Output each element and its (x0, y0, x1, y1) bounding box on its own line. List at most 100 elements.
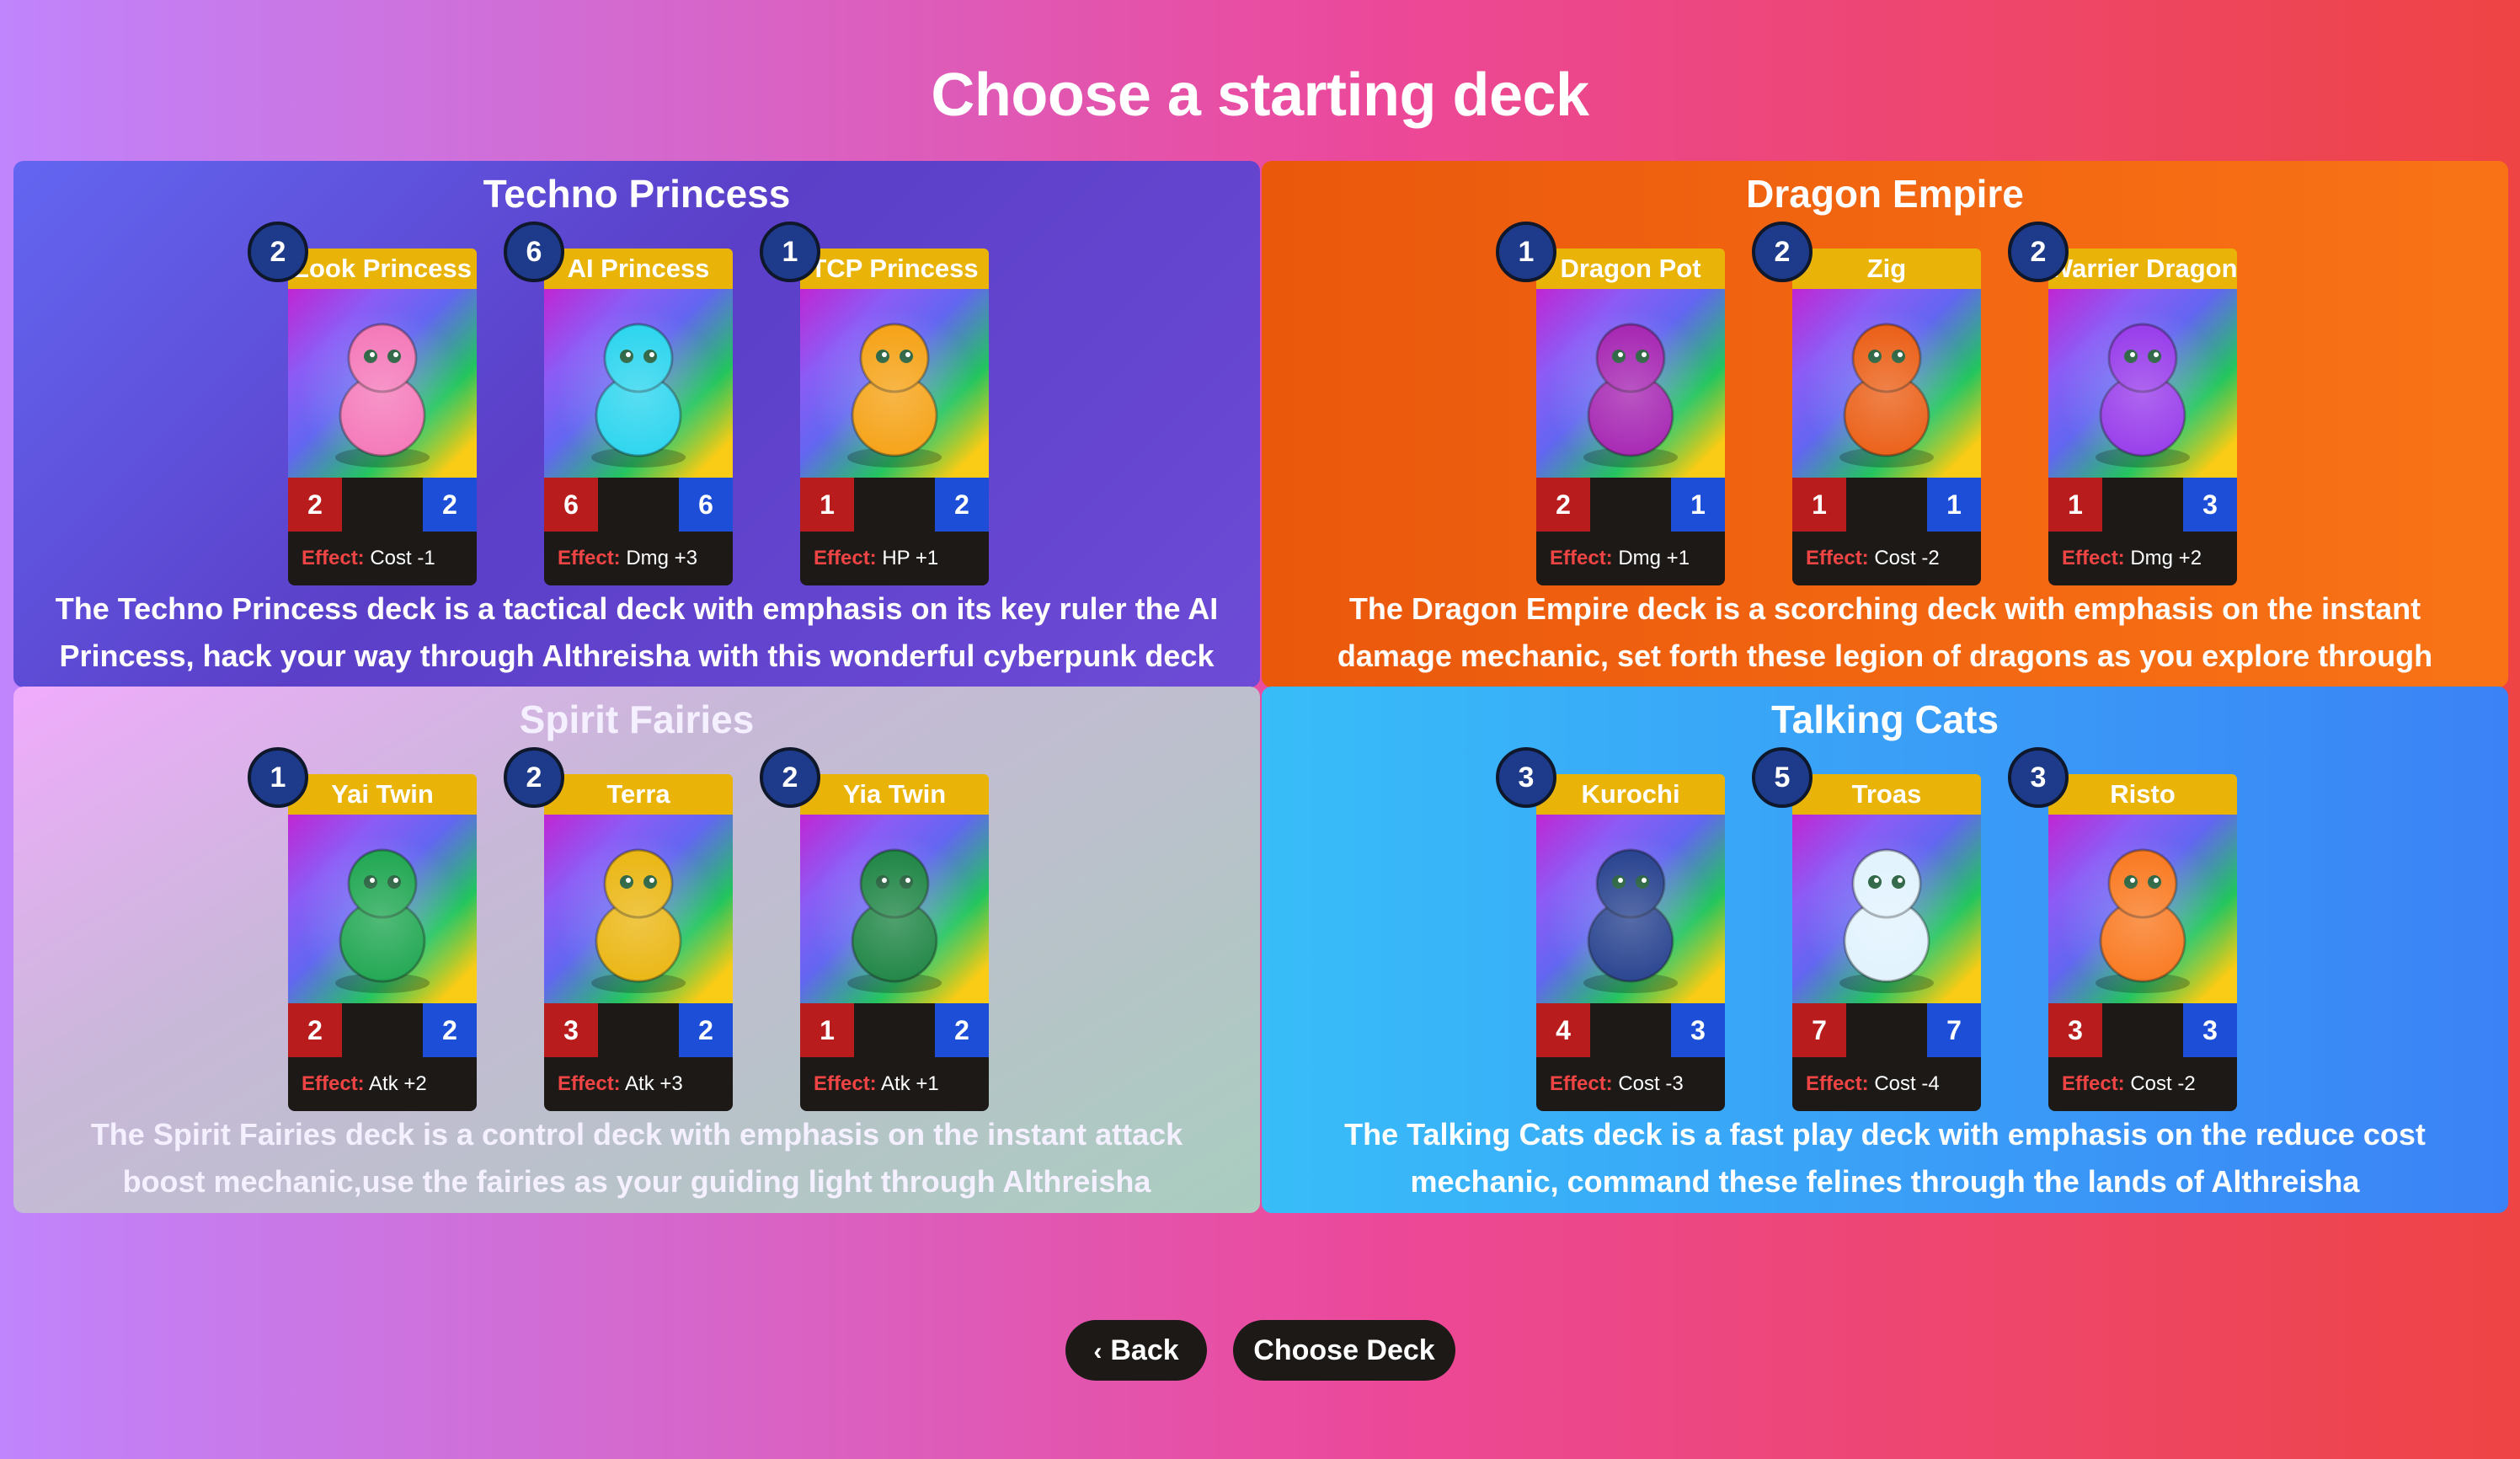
effect-value: Atk +2 (369, 1072, 427, 1095)
effect-value: HP +1 (882, 547, 939, 569)
deck-panel[interactable]: Dragon Empire 1 Dragon Pot 2 1 Effect: Dmg +1… (1262, 161, 2508, 687)
card[interactable]: 2 Terra 3 2 Effect: Atk +3 (504, 747, 733, 1111)
card-name: AI Princess (544, 249, 733, 289)
deck-cards: 1 Yai Twin 2 2 Effect: Atk +2 2 Terra 3 2 Effect:… (13, 747, 1260, 1111)
card-effect: Effect: Atk +1 (800, 1057, 989, 1111)
card-stats: 12 (800, 1003, 989, 1057)
back-button[interactable]: ‹ Back (1065, 1320, 1207, 1381)
back-button-label: Back (1110, 1334, 1179, 1366)
card-attack: 1 (1792, 478, 1846, 532)
card-attack: 2 (288, 478, 342, 532)
card-cost-badge: 5 (1752, 747, 1813, 808)
effect-label: Effect: (2062, 547, 2125, 569)
effect-value: Dmg +1 (1618, 547, 1690, 569)
card-cost-badge: 3 (1496, 747, 1556, 808)
card-name: Warrier Dragon (2048, 249, 2237, 289)
effect-value: Cost -2 (1874, 547, 1940, 569)
deck-panel[interactable]: Spirit Fairies 1 Yai Twin 2 2 Effect: Atk +2 2… (13, 687, 1260, 1213)
choose-deck-button[interactable]: Choose Deck (1233, 1320, 1455, 1381)
card-cost-badge: 2 (248, 222, 308, 282)
effect-value: Cost -3 (1618, 1072, 1684, 1095)
card-health: 2 (935, 1003, 989, 1057)
card-health: 7 (1927, 1003, 1981, 1057)
card-effect: Effect: Dmg +3 (544, 532, 733, 585)
card-effect: Effect: Dmg +1 (1536, 532, 1725, 585)
card-health: 6 (679, 478, 733, 532)
card-stats: 21 (1536, 478, 1725, 532)
effect-value: Cost -4 (1874, 1072, 1940, 1095)
deck-cards: 2 Look Princess 2 2 Effect: Cost -1 6 AI Princ… (13, 222, 1260, 585)
card-health: 1 (1671, 478, 1725, 532)
card-effect: Effect: Dmg +2 (2048, 532, 2237, 585)
card[interactable]: 3 Risto 3 3 Effect: Cost -2 (2008, 747, 2237, 1111)
card-name: Dragon Pot (1536, 249, 1725, 289)
card-stats: 22 (288, 478, 477, 532)
card-attack: 3 (2048, 1003, 2102, 1057)
deck-description: The Spirit Fairies deck is a control dec… (90, 1117, 1183, 1199)
card-cost-badge: 2 (2008, 222, 2069, 282)
card-cost-badge: 1 (1496, 222, 1556, 282)
card-art (1536, 289, 1725, 478)
card-attack: 4 (1536, 1003, 1590, 1057)
effect-label: Effect: (814, 1072, 877, 1095)
card-attack: 7 (1792, 1003, 1846, 1057)
card-effect: Effect: Atk +3 (544, 1057, 733, 1111)
deck-panel[interactable]: Talking Cats 3 Kurochi 4 3 Effect: Cost -3 5 Tr… (1262, 687, 2508, 1213)
effect-value: Atk +1 (881, 1072, 939, 1095)
card-name: Terra (544, 774, 733, 815)
card-art (2048, 815, 2237, 1003)
card-art (288, 289, 477, 478)
card-name: Zig (1792, 249, 1981, 289)
card-stats: 43 (1536, 1003, 1725, 1057)
card-cost-badge: 6 (504, 222, 564, 282)
card-attack: 1 (2048, 478, 2102, 532)
card-art (1792, 815, 1981, 1003)
card-health: 3 (2183, 478, 2237, 532)
effect-value: Cost -1 (370, 547, 435, 569)
card[interactable]: 2 Look Princess 2 2 Effect: Cost -1 (248, 222, 477, 585)
card[interactable]: 2 Yia Twin 1 2 Effect: Atk +1 (760, 747, 989, 1111)
effect-label: Effect: (302, 1072, 365, 1095)
card-attack: 6 (544, 478, 598, 532)
card[interactable]: 2 Warrier Dragon 1 3 Effect: Dmg +2 (2008, 222, 2237, 585)
card-name: Yai Twin (288, 774, 477, 815)
card[interactable]: 1 Yai Twin 2 2 Effect: Atk +2 (248, 747, 477, 1111)
card-effect: Effect: Atk +2 (288, 1057, 477, 1111)
card-art (800, 815, 989, 1003)
deck-panel[interactable]: Techno Princess 2 Look Princess 2 2 Effect: C… (13, 161, 1260, 687)
card[interactable]: 5 Troas 7 7 Effect: Cost -4 (1752, 747, 1981, 1111)
card-health: 2 (935, 478, 989, 532)
deck-title: Talking Cats (1770, 697, 1999, 741)
effect-label: Effect: (1806, 547, 1869, 569)
card[interactable]: 1 TCP Princess 1 2 Effect: HP +1 (760, 222, 989, 585)
card[interactable]: 1 Dragon Pot 2 1 Effect: Dmg +1 (1496, 222, 1725, 585)
card[interactable]: 3 Kurochi 4 3 Effect: Cost -3 (1496, 747, 1725, 1111)
effect-label: Effect: (1806, 1072, 1869, 1095)
deck-title: Techno Princess (483, 172, 791, 216)
effect-value: Dmg +2 (2130, 547, 2202, 569)
card-stats: 32 (544, 1003, 733, 1057)
card-cost-badge: 2 (760, 747, 820, 808)
deck-description: The Dragon Empire deck is a scorching de… (1337, 591, 2433, 687)
card-name: Kurochi (1536, 774, 1725, 815)
card-attack: 1 (800, 478, 854, 532)
effect-label: Effect: (1550, 547, 1613, 569)
card-stats: 12 (800, 478, 989, 532)
page-title: Choose a starting deck (931, 61, 1589, 129)
card[interactable]: 6 AI Princess 6 6 Effect: Dmg +3 (504, 222, 733, 585)
card-cost-badge: 2 (1752, 222, 1813, 282)
card-cost-badge: 2 (504, 747, 564, 808)
card-art (544, 289, 733, 478)
card-health: 3 (1671, 1003, 1725, 1057)
effect-label: Effect: (302, 547, 365, 569)
card-cost-badge: 1 (248, 747, 308, 808)
card-name: Yia Twin (800, 774, 989, 815)
card-stats: 22 (288, 1003, 477, 1057)
card[interactable]: 2 Zig 1 1 Effect: Cost -2 (1752, 222, 1981, 585)
card-health: 1 (1927, 478, 1981, 532)
card-stats: 11 (1792, 478, 1981, 532)
card-art (544, 815, 733, 1003)
card-cost-badge: 1 (760, 222, 820, 282)
card-effect: Effect: Cost -2 (1792, 532, 1981, 585)
effect-label: Effect: (558, 547, 621, 569)
